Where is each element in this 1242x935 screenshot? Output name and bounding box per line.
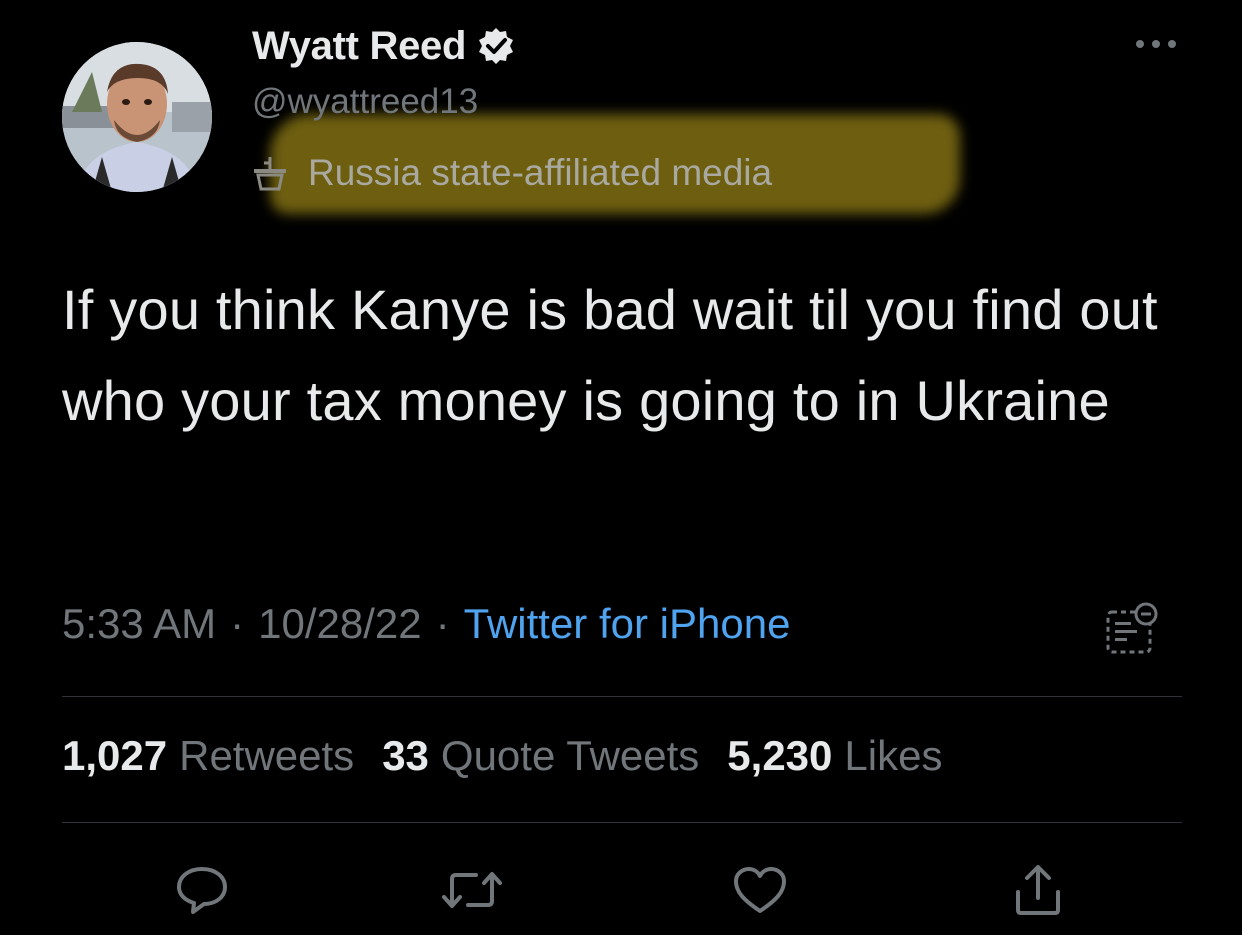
quote-tweets-count: 33: [382, 732, 429, 779]
tweet-stats: 1,027 Retweets 33 Quote Tweets 5,230 Lik…: [62, 732, 970, 780]
avatar[interactable]: [62, 42, 212, 192]
like-icon: [734, 867, 786, 913]
tweet-source-link[interactable]: Twitter for iPhone: [464, 600, 791, 648]
analytics-icon[interactable]: [1102, 600, 1162, 658]
divider: [62, 696, 1182, 697]
tweet-meta: 5:33 AM · 10/28/22 · Twitter for iPhone: [62, 600, 790, 648]
tweet-text: If you think Kanye is bad wait til you f…: [62, 278, 1158, 432]
retweet-button[interactable]: [440, 858, 504, 922]
divider: [62, 822, 1182, 823]
state-media-podium-icon: [250, 153, 290, 193]
display-name[interactable]: Wyatt Reed: [252, 24, 466, 69]
more-options-icon[interactable]: [1132, 36, 1180, 52]
likes-stat[interactable]: 5,230 Likes: [727, 732, 942, 780]
likes-label: Likes: [844, 732, 943, 779]
meta-separator: ·: [230, 600, 245, 647]
reply-button[interactable]: [170, 858, 234, 922]
state-media-text: Russia state-affiliated media: [308, 152, 773, 193]
author-name-row[interactable]: Wyatt Reed: [252, 18, 516, 74]
retweets-label: Retweets: [179, 732, 355, 779]
retweet-icon: [442, 872, 502, 908]
author-handle[interactable]: @wyattreed13: [252, 82, 478, 122]
share-icon: [1016, 865, 1060, 915]
share-button[interactable]: [1006, 858, 1070, 922]
state-media-label[interactable]: Russia state-affiliated media: [250, 138, 772, 208]
like-button[interactable]: [728, 858, 792, 922]
retweets-stat[interactable]: 1,027 Retweets: [62, 732, 354, 780]
quote-tweets-label: Quote Tweets: [440, 732, 700, 779]
reply-icon: [177, 867, 227, 914]
meta-separator: ·: [435, 600, 450, 647]
avatar-photo: [62, 42, 212, 192]
verified-badge-icon: [476, 26, 516, 66]
tweet-time[interactable]: 5:33 AM: [62, 600, 216, 648]
likes-count: 5,230: [727, 732, 833, 779]
tweet-date[interactable]: 10/28/22: [258, 600, 422, 648]
retweets-count: 1,027: [62, 732, 168, 779]
quote-tweets-stat[interactable]: 33 Quote Tweets: [382, 732, 699, 780]
